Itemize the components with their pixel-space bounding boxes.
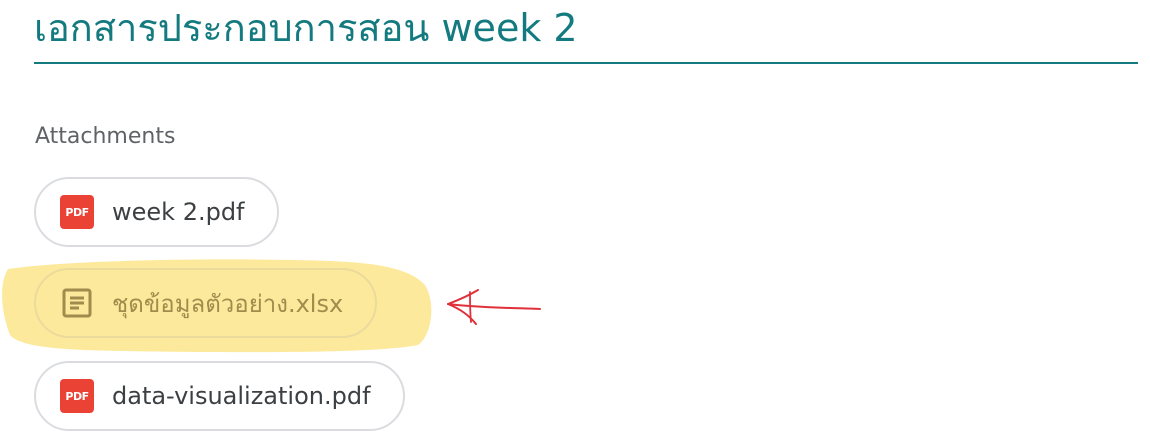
pdf-icon: PDF <box>60 379 94 413</box>
attachment-chip-data-visualization-pdf[interactable]: PDF data-visualization.pdf <box>34 361 405 431</box>
annotation-arrow-icon <box>447 289 541 325</box>
attachment-chip-week-2-pdf[interactable]: PDF week 2.pdf <box>34 177 279 247</box>
attachment-chip-sample-data-xlsx[interactable]: ชุดข้อมูลตัวอย่าง.xlsx <box>34 268 378 338</box>
title-divider <box>34 62 1138 64</box>
page-title: เอกสารประกอบการสอน week 2 <box>34 6 578 50</box>
attachment-name: data-visualization.pdf <box>112 382 371 410</box>
attachment-name: week 2.pdf <box>112 198 245 226</box>
attachments-label: Attachments <box>35 124 176 149</box>
document-icon <box>60 286 94 320</box>
attachment-name: ชุดข้อมูลตัวอย่าง.xlsx <box>112 289 344 318</box>
pdf-icon: PDF <box>60 195 94 229</box>
